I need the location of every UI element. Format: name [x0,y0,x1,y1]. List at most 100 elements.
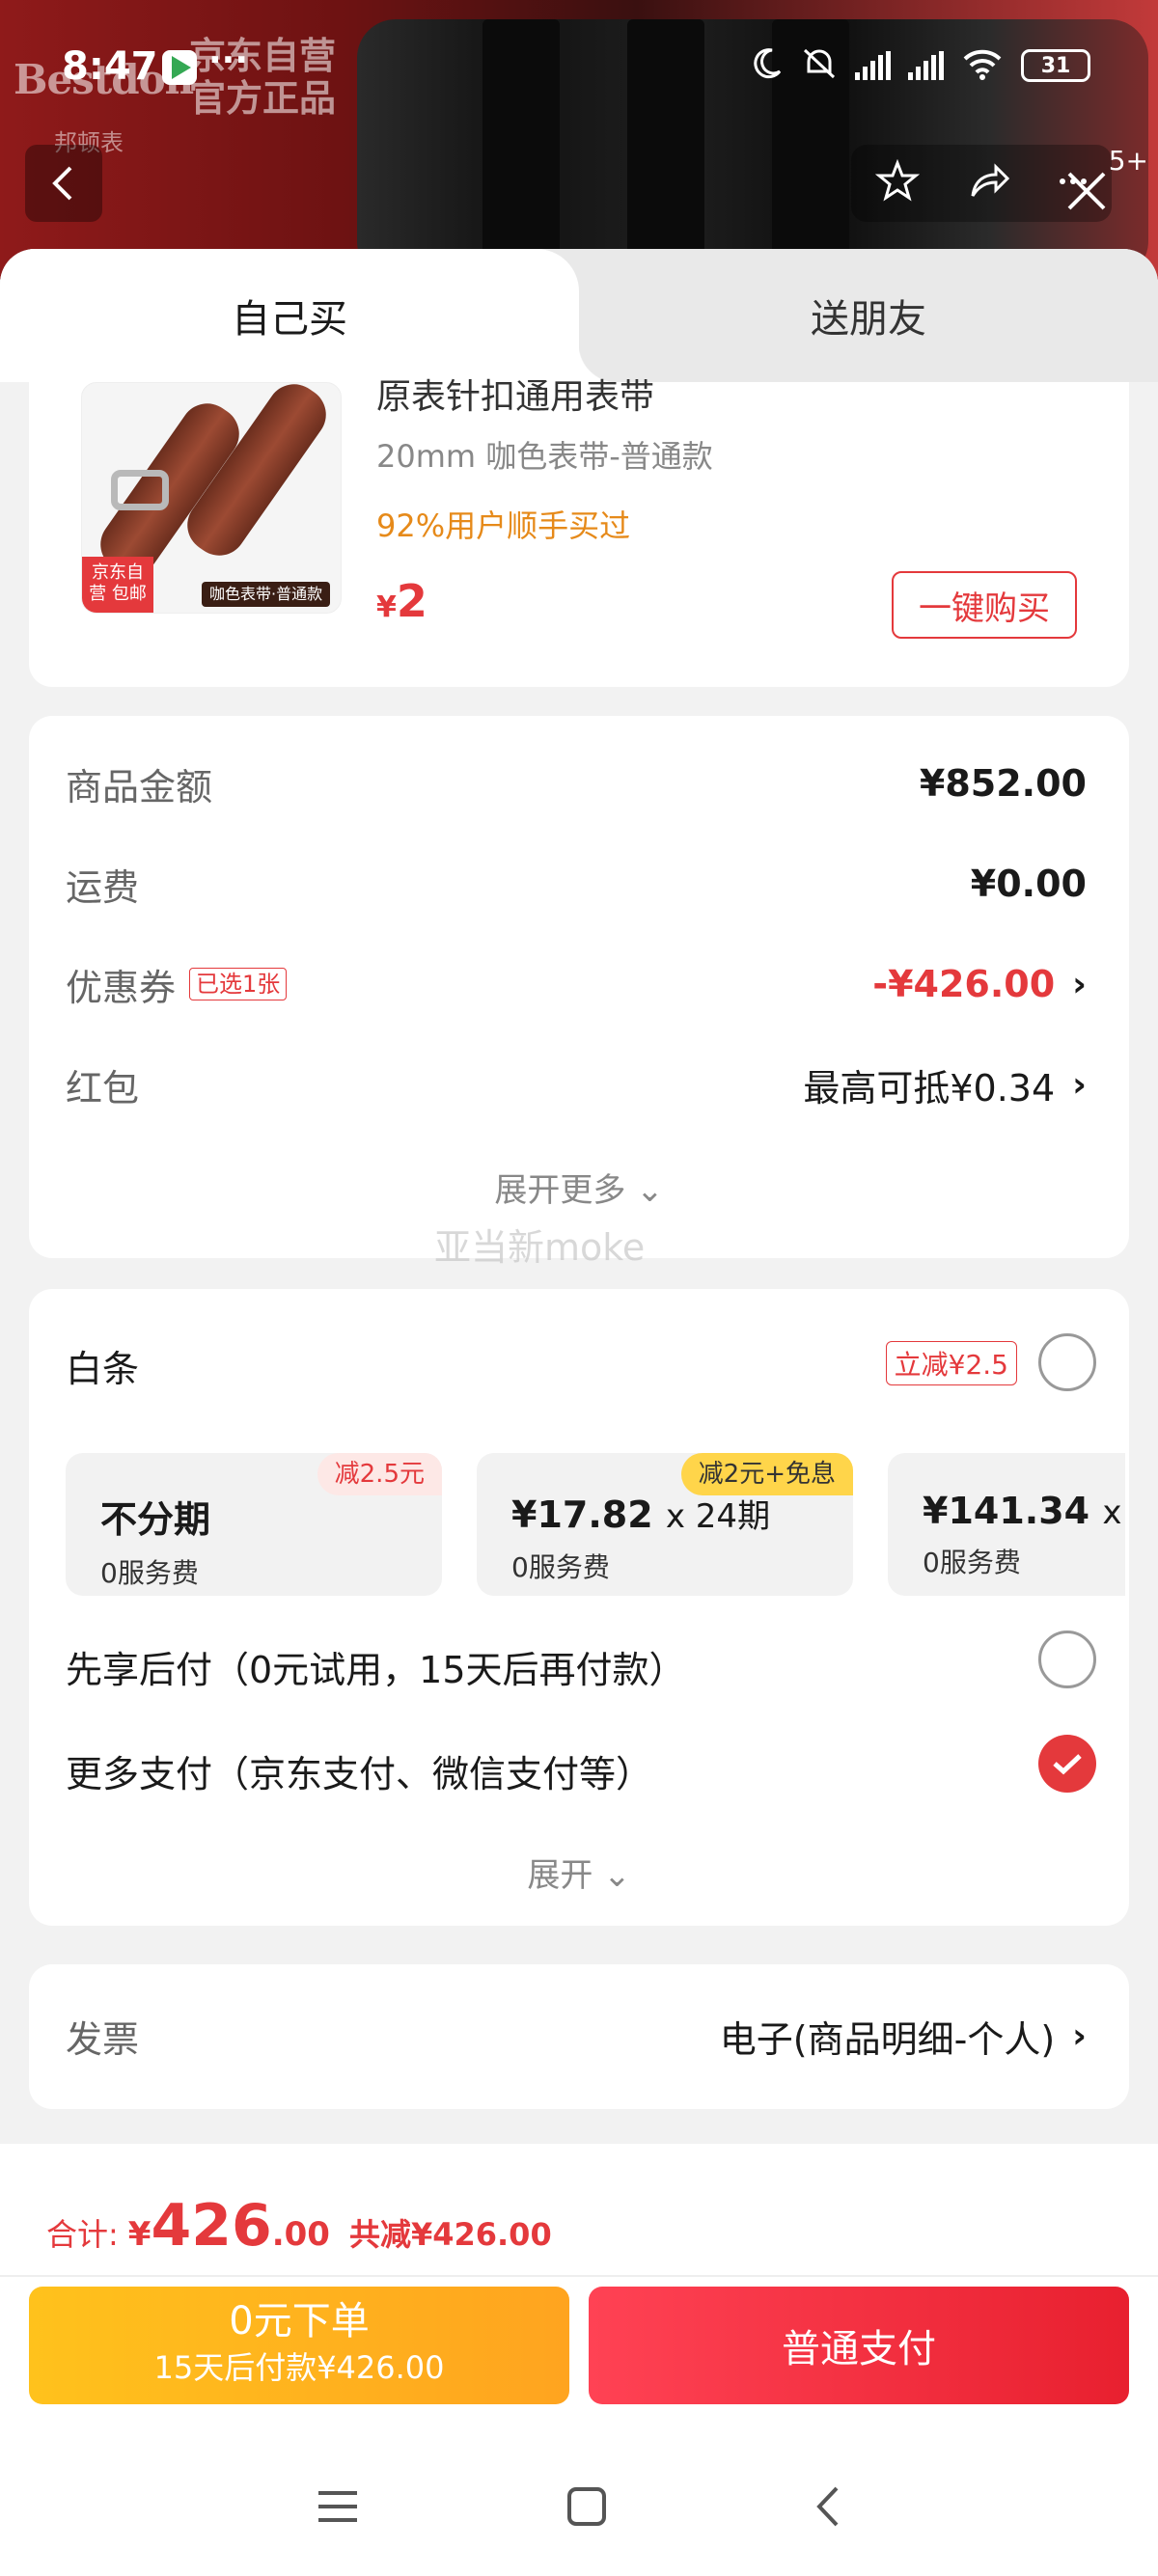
payment-methods-card: 白条 立减¥2.5 不分期 0服务费 减2.5元 ¥17.82 x 24期 0服… [29,1289,1129,1926]
invoice-card[interactable]: 发票 电子(商品明细-个人) › [29,1964,1129,2109]
close-button[interactable] [1065,170,1108,216]
star-icon [874,158,920,202]
purchase-tabs: 自己买 送朋友 [0,249,1158,382]
chevron-down-icon: ⌄ [636,1171,664,1210]
app-notification-icon [162,50,197,85]
status-icons: 31 [749,46,1090,85]
watermark: 亚当新moke [434,1226,646,1269]
menu-button[interactable] [316,2487,360,2530]
moon-icon [749,46,784,85]
product-title[interactable]: 原表针扣通用表带 [376,369,654,419]
chevron-right-icon: › [1072,2015,1087,2056]
chevron-down-icon: ⌄ [603,1856,631,1895]
installment-plan-none[interactable]: 不分期 0服务费 减2.5元 [66,1453,442,1596]
chevron-right-icon: › [1072,964,1087,1004]
buckle-image [111,470,169,510]
plan-suffix: x [1102,1494,1122,1532]
coupon-row[interactable]: 优惠券 已选1张 -¥426.00 › [66,955,1087,1013]
baitiao-label: 白条 [66,1348,140,1390]
addon-product-card: 京东自营 包邮 咖色表带·普通款 原表针扣通用表带 20mm 咖色表带-普通款 … [29,377,1129,687]
goods-amount-label: 商品金额 [66,765,213,808]
tab-gift-to-friend[interactable]: 送朋友 [579,249,1158,382]
nav-back-icon [816,2486,839,2527]
self-operated-tag: 京东自营 包邮 [82,557,153,613]
wifi-icon [961,47,1004,84]
pay-later-line1: 0元下单 [229,2299,370,2343]
total-saved: 共减¥426.00 [348,2216,552,2253]
system-back-button[interactable] [813,2484,842,2533]
more-payment-option[interactable]: 更多支付（京东支付、微信支付等） [66,1744,652,1797]
order-total: 合计: ¥ 426 .00 共减¥426.00 [46,2192,552,2260]
menu-icon [317,2491,357,2522]
back-button[interactable] [25,145,102,222]
product-spec: 20mm 咖色表带-普通款 [376,438,713,475]
mute-icon [801,46,838,85]
shipping-row: 运费 ¥0.00 [66,855,1087,913]
invoice-label: 发票 [66,2017,140,2061]
shipping-value: ¥0.00 [970,863,1087,905]
goods-amount-row: 商品金额 ¥852.00 [66,754,1087,812]
expand-more-label: 展开更多 [494,1171,626,1210]
installment-plans[interactable]: 不分期 0服务费 减2.5元 ¥17.82 x 24期 0服务费 减2元+免息 … [66,1443,1125,1602]
image-caption: 咖色表带·普通款 [202,582,331,607]
divider [0,2275,1158,2277]
check-icon [1053,1754,1082,1775]
share-button[interactable] [967,159,1011,207]
store-line: 官方正品 [189,77,337,120]
message-badge: 5+ [1108,145,1148,177]
plan-badge: 减2.5元 [317,1453,442,1495]
normal-pay-button[interactable]: 普通支付 [589,2287,1129,2404]
price-value: 2 [396,575,427,627]
battery-indicator: 31 [1021,49,1090,82]
chevron-right-icon: › [1072,1064,1087,1105]
signal-icon [908,51,944,80]
plan-main: 不分期 [100,1498,211,1541]
coupon-value: -¥426.00 [872,963,1056,1005]
pay-later-button[interactable]: 0元下单 15天后付款¥426.00 [29,2287,569,2404]
watch-link [482,19,560,280]
pay-later-line2: 15天后付款¥426.00 [153,2349,445,2386]
red-packet-value: 最高可抵¥0.34 [803,1066,1056,1110]
plan-fee: 0服务费 [100,1557,199,1589]
red-packet-row[interactable]: 红包 最高可抵¥0.34 › [66,1055,1087,1113]
plan-main: ¥141.34 [923,1490,1090,1532]
installment-plan-6[interactable]: ¥141.34 x 0服务费 减 [888,1453,1125,1596]
total-integer: 426 [151,2192,272,2260]
expand-more-button[interactable]: 展开更多 ⌄ [29,1164,1129,1211]
order-fees-card: 商品金额 ¥852.00 运费 ¥0.00 优惠券 已选1张 -¥426.00 › … [29,716,1129,1258]
total-label: 合计: [46,2216,119,2253]
invoice-row[interactable]: 发票 电子(商品明细-个人) › [66,2007,1087,2065]
expand-payment-button[interactable]: 展开 ⌄ [29,1849,1129,1896]
product-image[interactable]: 京东自营 包邮 咖色表带·普通款 [81,382,342,614]
watch-link [627,19,704,280]
tab-buy-for-self[interactable]: 自己买 [0,249,618,382]
product-buy-rate: 92%用户顺手买过 [376,507,631,544]
plan-main: ¥17.82 [511,1494,653,1536]
product-backdrop: Bestdon 邦顿表 京东自营 官方正品 [0,0,1158,280]
plan-suffix: x 24期 [665,1497,771,1536]
home-button[interactable] [565,2485,608,2532]
coupon-selected-tag: 已选1张 [189,968,288,1000]
status-time: 8:47 [62,44,158,89]
back-icon [52,166,72,201]
coupon-label: 优惠券 [66,966,177,1009]
signal-icon [855,51,891,80]
baitiao-discount-tag: 立减¥2.5 [885,1341,1017,1385]
share-icon [971,163,1010,197]
goods-amount-value: ¥852.00 [919,762,1087,805]
favorite-button[interactable] [874,158,920,207]
home-icon [566,2487,606,2526]
pay-later-radio[interactable] [1038,1631,1096,1688]
baitiao-radio[interactable] [1038,1333,1096,1391]
system-navigation [0,2455,1158,2562]
pay-later-option[interactable]: 先享后付（0元试用，15天后再付款） [66,1640,686,1693]
close-icon [1067,172,1106,210]
status-more-dots: ··· [208,41,249,80]
red-packet-label: 红包 [66,1066,140,1110]
one-click-buy-button[interactable]: 一键购买 [892,571,1077,639]
product-price: ¥2 [376,575,427,627]
installment-plan-24[interactable]: ¥17.82 x 24期 0服务费 减2元+免息 [477,1453,853,1596]
plan-fee: 0服务费 [923,1547,1021,1578]
plan-badge: 减2元+免息 [680,1453,853,1495]
more-payment-radio[interactable] [1038,1735,1096,1793]
